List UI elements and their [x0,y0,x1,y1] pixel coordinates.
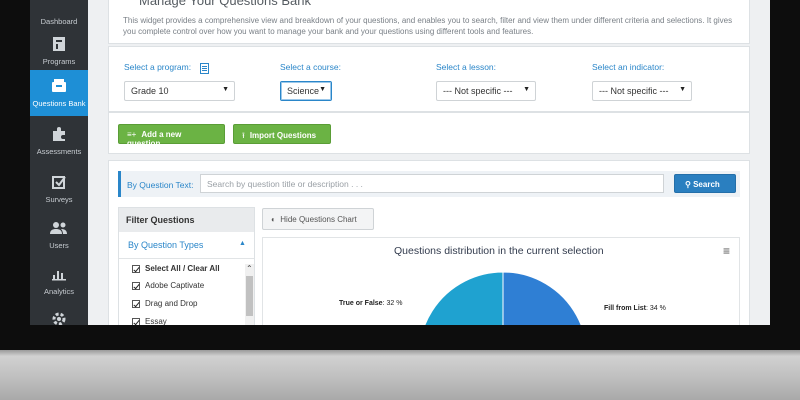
search-button-label: Search [693,180,720,189]
filter-title: Filter Questions [126,215,195,225]
search-bar: By Question Text: Search by question tit… [118,171,740,197]
search-icon: ⚲ [685,180,694,189]
sidebar-item-programs[interactable]: Programs [30,28,88,74]
indicator-label: Select an indicator: [592,62,665,72]
search-card: By Question Text: Search by question tit… [108,160,750,325]
sidebar-item-label: Analytics [43,287,74,296]
add-question-button[interactable]: ≡+ Add a new question [118,124,225,148]
hide-chart-label: Hide Questions Chart [280,215,357,224]
sidebar-item-label: Surveys [45,195,73,204]
sidebar-item-assessments[interactable]: Assessments [30,118,88,164]
sidebar-item-label: Dashboard [40,17,78,26]
program-label: Select a program: [124,62,192,72]
filter-panel: Filter Questions By Question Types ▲ Sel… [118,207,255,325]
chevron-down-icon: ▼ [679,86,686,93]
checkbox-icon [132,264,140,273]
filter-option-label: Essay [145,317,167,325]
upload-icon: ⭱ [242,131,245,140]
sidebar-item-settings[interactable] [30,303,88,325]
chevron-up-icon: ▲ [239,240,246,247]
chart-panel: Questions distribution in the current se… [262,237,740,325]
scrollbar-thumb[interactable] [246,276,253,316]
filter-header: Filter Questions [119,208,254,232]
chevron-down-icon: ▼ [222,86,229,93]
import-questions-button[interactable]: ⭱ Import Questions [233,124,331,144]
selectors-card: Select a program: Grade 10 ▼ Select a co… [108,46,750,112]
checkbox-icon [132,299,140,308]
filter-option-label: Drag and Drop [145,299,198,308]
course-select[interactable]: Science ▼ [280,81,332,101]
sidebar-item-surveys[interactable]: Surveys [30,166,88,212]
pie-label-fill-from-list: Fill from List: 34 % [604,305,666,312]
chevron-down-icon: ▼ [319,86,326,93]
course-label: Select a course: [280,62,341,72]
filter-option-label: Select All / Clear All [145,264,220,273]
sidebar-item-label: Questions Bank [32,99,86,108]
users-icon [30,218,88,238]
page-title: Manage Your Questions Bank [139,0,312,8]
half-circle-icon: ◐ [271,215,281,224]
pie-slice-fill-from-list[interactable] [502,271,587,325]
checkbox-icon [132,281,140,290]
indicator-select[interactable]: --- Not specific --- ▼ [592,81,692,101]
programs-icon [30,34,88,54]
monitor-stand [0,350,800,400]
pie-chart [419,271,587,325]
program-value: Grade 10 [131,86,169,96]
puzzle-icon [30,124,88,144]
filter-scrollbar[interactable]: ⌃ [245,264,254,325]
import-questions-label: Import Questions [249,131,317,140]
filter-option-essay[interactable]: Essay [132,317,167,325]
lesson-label: Select a lesson: [436,62,497,72]
sidebar-item-label: Assessments [36,147,82,156]
bar-chart-icon [30,264,88,284]
intro-text: This widget provides a comprehensive vie… [123,16,733,36]
scroll-up-icon[interactable]: ⌃ [246,264,253,273]
course-value: Science [287,86,320,96]
main-content: Manage Your Questions Bank This widget p… [88,0,770,325]
filter-section-label: By Question Types [128,240,204,250]
checkbox-icon [132,317,140,325]
lesson-value: --- Not specific --- [443,86,513,96]
search-placeholder: Search by question title or description … [207,179,363,189]
sidebar-item-questions-bank[interactable]: Questions Bank [30,70,88,116]
filter-option-select-all[interactable]: Select All / Clear All [132,264,220,273]
filter-option-adobe-captivate[interactable]: Adobe Captivate [132,281,204,290]
checkbox-icon [30,172,88,192]
sidebar-item-analytics[interactable]: Analytics [30,258,88,304]
sidebar: Dashboard Programs Questions Bank Assess… [30,0,88,325]
sidebar-item-label: Users [49,241,69,250]
filter-option-drag-and-drop[interactable]: Drag and Drop [132,299,197,308]
app-screen: Dashboard Programs Questions Bank Assess… [30,0,770,325]
filter-option-label: Adobe Captivate [145,281,205,290]
lesson-select[interactable]: --- Not specific --- ▼ [436,81,536,101]
pie-label-true-or-false: True or False: 32 % [339,300,403,307]
gear-icon [30,309,88,325]
actions-card: ≡+ Add a new question ⭱ Import Questions [108,112,750,154]
sidebar-item-label: Programs [42,57,76,66]
questions-bank-icon [30,76,88,96]
search-input[interactable]: Search by question title or description … [200,174,664,193]
program-select[interactable]: Grade 10 ▼ [124,81,235,101]
search-label: By Question Text: [127,180,194,190]
indicator-value: --- Not specific --- [599,86,669,96]
sidebar-item-users[interactable]: Users [30,212,88,258]
search-button[interactable]: ⚲ Search [674,174,736,193]
filter-section-header[interactable]: By Question Types ▲ [119,232,254,259]
add-list-icon: ≡+ [127,130,137,139]
list-icon[interactable] [200,61,209,79]
hide-chart-button[interactable]: ◐ Hide Questions Chart [262,208,374,230]
pie-slice-true-or-false[interactable] [419,271,504,325]
chevron-down-icon: ▼ [523,86,530,93]
header-card: Manage Your Questions Bank This widget p… [108,0,750,44]
